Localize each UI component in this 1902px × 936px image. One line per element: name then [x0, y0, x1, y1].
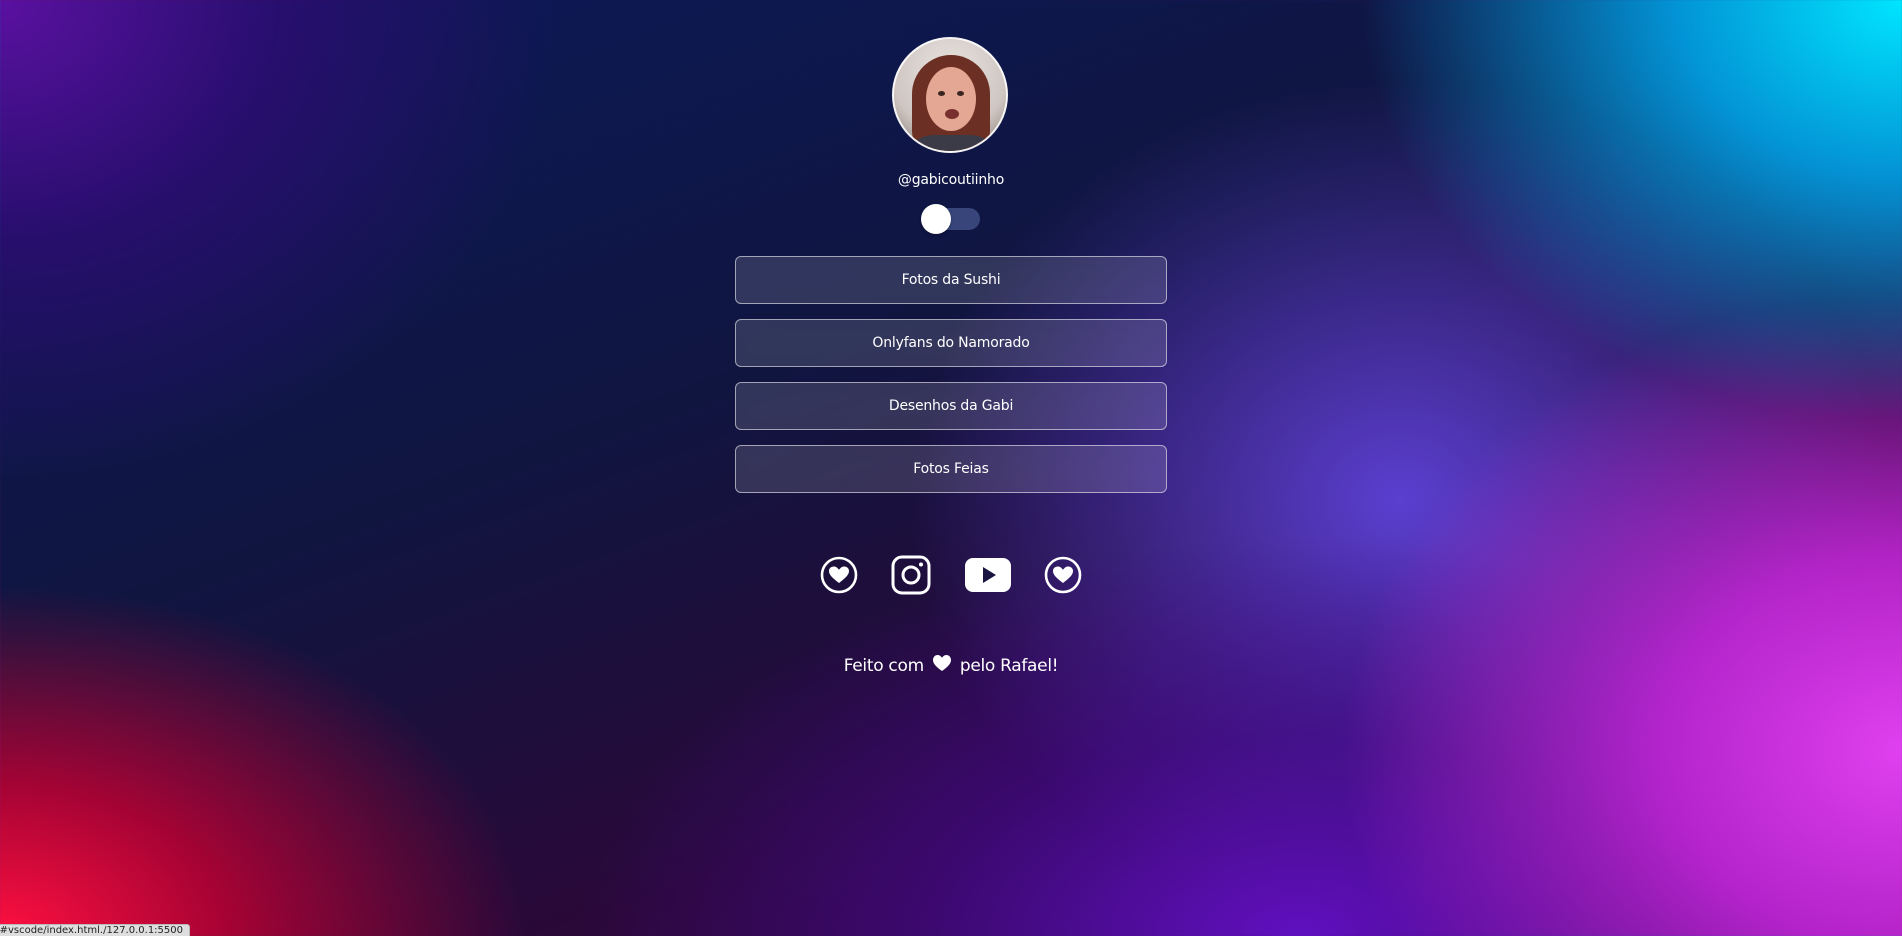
footer-prefix: Feito com	[843, 655, 924, 676]
status-bar-url-text: 127.0.0.1:5500/.vscode/index.html#	[0, 925, 183, 936]
page: @gabicoutiinho Fotos da Sushi Onlyfans d…	[0, 0, 1902, 936]
avatar-face	[926, 67, 976, 131]
link-button-fotos-feias[interactable]: Fotos Feias	[735, 445, 1167, 493]
avatar-eye-right	[957, 91, 964, 96]
instagram-icon[interactable]	[891, 555, 931, 595]
link-button-onlyfans-do-namorado[interactable]: Onlyfans do Namorado	[735, 319, 1167, 367]
theme-toggle[interactable]	[921, 204, 980, 234]
heart-circle-icon[interactable]	[820, 556, 858, 594]
heart-circle-icon[interactable]	[1044, 556, 1082, 594]
footer-credit: Feito com pelo Rafael!	[751, 654, 1151, 677]
profile-handle: @gabicoutiinho	[897, 172, 1005, 188]
footer-suffix: pelo Rafael!	[959, 655, 1059, 676]
youtube-icon[interactable]	[964, 557, 1011, 593]
toggle-knob	[921, 204, 951, 234]
status-bar-url: 127.0.0.1:5500/.vscode/index.html#	[0, 924, 190, 936]
links-list: Fotos da Sushi Onlyfans do Namorado Dese…	[735, 256, 1167, 508]
avatar-mouth	[945, 109, 959, 119]
avatar	[892, 37, 1008, 153]
heart-icon	[932, 654, 952, 677]
link-button-fotos-da-sushi[interactable]: Fotos da Sushi	[735, 256, 1167, 304]
avatar-eye-left	[938, 91, 945, 96]
social-links	[820, 553, 1082, 597]
link-button-desenhos-da-gabi[interactable]: Desenhos da Gabi	[735, 382, 1167, 430]
